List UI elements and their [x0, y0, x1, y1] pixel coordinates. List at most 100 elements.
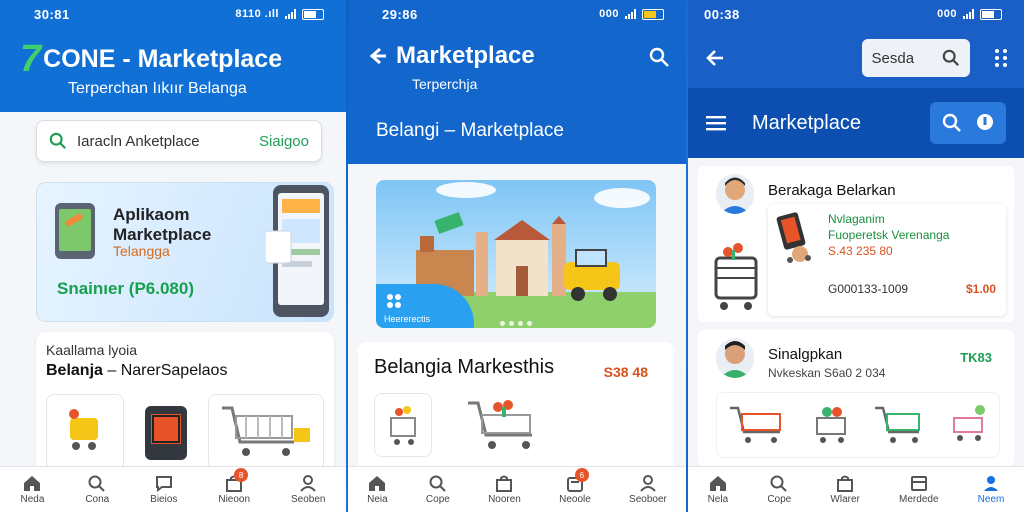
- bottom-nav: Neia Cope Nooren 6 Neoole Seoboer: [348, 466, 686, 512]
- promo-banner[interactable]: Aplikaom Marketplace Telangga Snainıer (…: [36, 182, 334, 322]
- back-arrow-icon[interactable]: [366, 45, 388, 67]
- search-icon: [88, 475, 105, 492]
- product-detail-card[interactable]: Nvlaganim Fuoperetsk Verenanga S.43 235 …: [768, 204, 1006, 316]
- bag-icon: [496, 475, 513, 492]
- phone-screen-1: 30:81 8110 .ıll 7 CONE - Marketplace Ter…: [0, 0, 346, 512]
- toy-cart-icon: [68, 409, 98, 450]
- grid-icon: [387, 294, 401, 308]
- banner-title-line1: Aplikaom: [113, 205, 190, 224]
- banner-tag: Telangga: [113, 243, 170, 259]
- nav-orders[interactable]: Merdede: [899, 474, 939, 505]
- book-icon: [910, 476, 927, 491]
- more-menu-icon[interactable]: [995, 49, 1008, 67]
- category-caption: Kaallama lyoia: [46, 342, 138, 358]
- product-tile[interactable]: [444, 393, 564, 457]
- chip-label: Heererectis: [384, 314, 431, 324]
- avatar: [716, 174, 754, 214]
- avatar: [716, 338, 754, 378]
- nav-home[interactable]: Neda: [20, 474, 44, 505]
- product-tile[interactable]: [207, 394, 324, 470]
- product-tile[interactable]: [374, 393, 432, 457]
- battery-icon: [642, 8, 664, 20]
- product-tile[interactable]: [46, 394, 124, 470]
- action-group: [930, 102, 1006, 144]
- pink-cart-icon[interactable]: [948, 402, 988, 448]
- nav-cart[interactable]: 6 Neoole: [559, 468, 591, 505]
- notification-badge: 6: [574, 468, 589, 482]
- carousel-dots[interactable]: [500, 321, 532, 326]
- status-time: 29:86: [382, 6, 418, 22]
- app-logo: 7: [20, 38, 42, 80]
- nav-search[interactable]: Cope: [767, 474, 791, 505]
- seller-card[interactable]: Sinalgpkan Nvkeskan S6a0 2 034 TK83: [698, 330, 1014, 466]
- search-box[interactable]: Sesda: [861, 39, 970, 77]
- page-title: CONE - Marketplace: [43, 44, 283, 73]
- battery-icon: [980, 8, 1002, 20]
- bag-icon: [837, 475, 854, 492]
- search-icon[interactable]: [942, 113, 962, 133]
- phone-illustration-icon: [55, 203, 95, 259]
- shopping-cart-icon[interactable]: [873, 402, 925, 448]
- search-input[interactable]: Iaracln Anketplace: [77, 133, 249, 150]
- search-icon: [429, 475, 446, 492]
- status-icons-text: 000: [937, 8, 957, 20]
- status-bar: 29:86 000: [348, 0, 686, 28]
- home-icon: [709, 476, 726, 491]
- product-line-1: Nvlaganim: [828, 212, 885, 226]
- nav-search[interactable]: Cope: [426, 474, 450, 505]
- nav-bag[interactable]: Nooren: [488, 474, 521, 505]
- nav-bag[interactable]: 8 Nieoon: [218, 468, 250, 505]
- nav-search[interactable]: Cona: [85, 474, 109, 505]
- nav-chat[interactable]: Bieios: [150, 474, 177, 505]
- user-icon: [984, 476, 999, 491]
- page-title: Marketplace: [752, 111, 861, 134]
- app-header: 7 CONE - Marketplace Terperchan Iıkıır B…: [0, 28, 346, 112]
- seller-tag: TK83: [960, 350, 992, 365]
- status-bar: 00:38 000: [688, 0, 1024, 28]
- notification-badge: 8: [234, 468, 249, 482]
- signal-icon: [963, 9, 974, 19]
- product-tile[interactable]: [131, 394, 200, 470]
- hand-phone-icon: [776, 212, 811, 263]
- shopping-cart-icon[interactable]: [728, 402, 788, 448]
- bottom-nav: Nela Cope Wlarer Merdede Neem: [688, 466, 1024, 512]
- title-bar: Marketplace: [688, 88, 1024, 158]
- search-bar[interactable]: Iaracln Anketplace Siaigoo: [36, 120, 322, 162]
- nav-profile[interactable]: Seoben: [291, 474, 325, 505]
- nav-bag[interactable]: Wlarer: [830, 474, 860, 505]
- seller-name: Sinalgpkan: [768, 346, 843, 363]
- product-carts-row: [716, 392, 1000, 458]
- status-icons-text: 000: [599, 8, 619, 20]
- banner-title-line2: Marketplace: [113, 225, 212, 244]
- seller-name: Berakaga Belarkan: [768, 182, 896, 199]
- back-arrow-icon[interactable]: [704, 47, 726, 69]
- shopping-cart-icon: [221, 406, 310, 456]
- nav-profile[interactable]: Neem: [978, 474, 1004, 505]
- phone-screen-2: 29:86 000 Marketplace Terperchja Belangi…: [348, 0, 686, 512]
- seller-card[interactable]: Berakaga Belarkan Nvlaganim Fuoperetsk V…: [698, 166, 1014, 322]
- search-button[interactable]: Siaigoo: [259, 133, 309, 150]
- search-icon: [770, 475, 787, 492]
- page-subtitle: Terperchja: [412, 76, 478, 92]
- location-pin-icon[interactable]: [976, 113, 994, 133]
- nav-home[interactable]: Neia: [367, 474, 388, 505]
- search-icon: [49, 132, 66, 149]
- user-icon: [640, 475, 656, 492]
- home-icon: [369, 476, 386, 491]
- search-icon[interactable]: [648, 46, 670, 68]
- nav-profile[interactable]: Seoboer: [629, 474, 667, 505]
- shopping-trolley-icon: [714, 243, 758, 310]
- product-line-2: Fuoperetsk Verenanga: [828, 228, 950, 242]
- produce-cart-icon[interactable]: [811, 402, 851, 448]
- heater-icon: [144, 406, 187, 460]
- nav-home[interactable]: Nela: [708, 474, 728, 505]
- menu-icon[interactable]: [706, 115, 726, 131]
- search-input[interactable]: Sesda: [872, 50, 915, 67]
- banner-price: Snainıer (P6.080): [57, 279, 195, 298]
- category-title: Belanja – NarerSapelaos: [46, 362, 228, 379]
- hero-banner[interactable]: Heererectis: [376, 180, 656, 328]
- app-header: Marketplace Terperchja Belangi – Marketp…: [348, 28, 686, 164]
- product-code: G000133-1009: [828, 282, 909, 296]
- page-title: Marketplace: [396, 42, 535, 69]
- product-price: $1.00: [965, 282, 996, 296]
